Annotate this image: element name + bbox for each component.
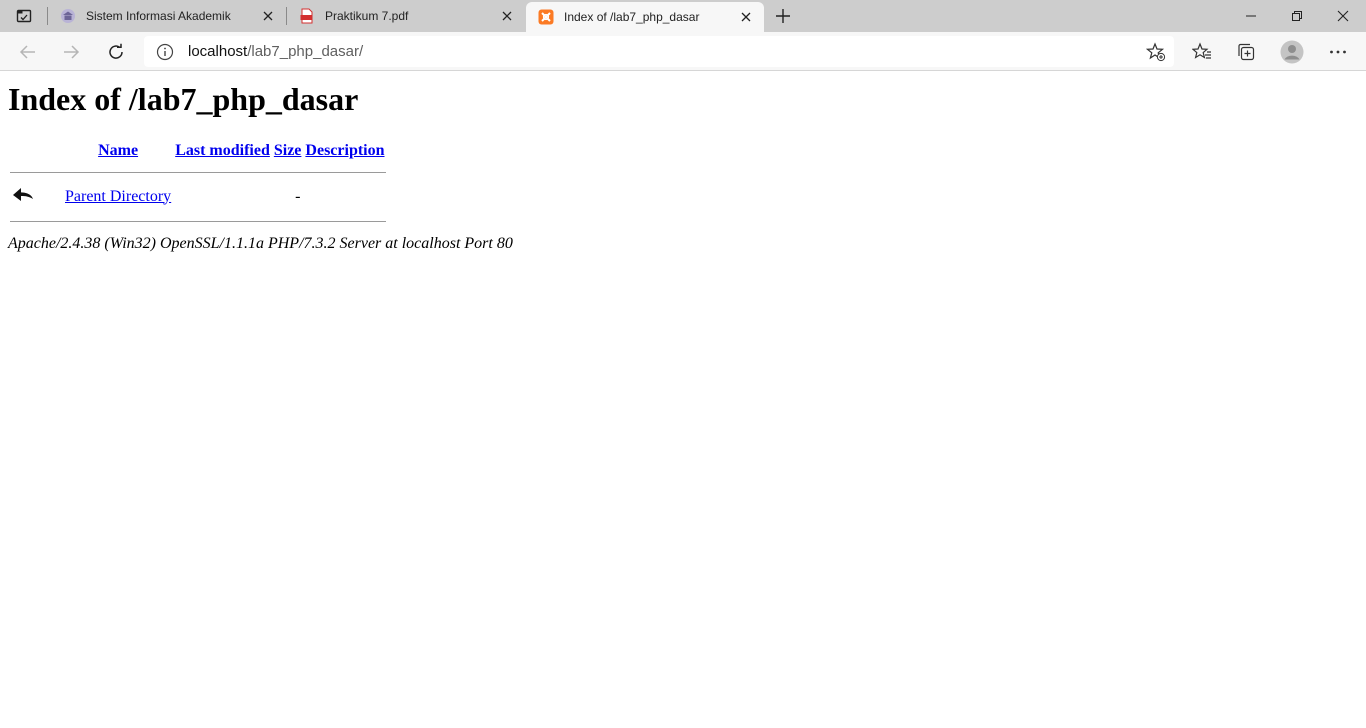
row-icon-cell (10, 183, 62, 210)
server-signature: Apache/2.4.38 (Win32) OpenSSL/1.1.1a PHP… (8, 235, 513, 252)
url-path: /lab7_php_dasar/ (247, 43, 364, 60)
close-window-button[interactable] (1320, 0, 1366, 32)
table-separator-row (10, 163, 386, 181)
add-favorite-icon[interactable] (1146, 42, 1166, 62)
address-bar[interactable]: localhost/lab7_php_dasar/ (144, 36, 1174, 67)
refresh-icon (109, 43, 123, 59)
separator-cell (10, 163, 386, 181)
back-arrow-icon (13, 188, 33, 201)
icon-column-header (10, 141, 62, 161)
avatar-icon (1280, 40, 1304, 64)
pdf-favicon-icon (300, 8, 313, 24)
tab-index-of-lab7[interactable]: Index of /lab7_php_dasar (526, 2, 764, 32)
favorites-icon (1192, 42, 1211, 59)
row-description-cell (304, 183, 385, 210)
collections-icon (1238, 43, 1255, 61)
tab-close-button[interactable] (738, 9, 754, 25)
tab-close-button[interactable] (260, 8, 276, 24)
sort-by-size-link[interactable]: Size (274, 142, 302, 159)
size-column-header: Size (273, 141, 303, 161)
new-tab-button[interactable] (771, 4, 795, 28)
restore-button[interactable] (1274, 0, 1320, 32)
back-button[interactable] (13, 37, 43, 67)
divider (10, 171, 386, 173)
divider (10, 220, 386, 222)
tab-title: Praktikum 7.pdf (325, 9, 409, 23)
refresh-button[interactable] (101, 37, 131, 67)
minimize-button[interactable] (1228, 0, 1274, 32)
separator-cell (10, 212, 386, 230)
more-icon (1330, 50, 1346, 54)
sort-by-description-link[interactable]: Description (305, 142, 384, 159)
tab-actions-button[interactable] (10, 4, 38, 28)
settings-more-button[interactable] (1323, 37, 1353, 67)
tab-strip: Sistem Informasi Akademik Praktikum 7.pd… (0, 0, 1366, 32)
name-column-header: Name (64, 141, 172, 161)
university-favicon-icon (61, 9, 75, 23)
arrow-right-icon (64, 45, 80, 59)
parent-directory-link[interactable]: Parent Directory (65, 188, 171, 205)
row-size-cell: - (295, 187, 301, 205)
collections-button[interactable] (1231, 37, 1261, 67)
page-title: Index of /lab7_php_dasar (8, 81, 359, 117)
directory-listing-table: Name Last modified Size Description Pare… (8, 139, 388, 232)
close-icon (502, 11, 512, 21)
modified-column-header: Last modified (174, 141, 271, 161)
page-content: Index of /lab7_php_dasar Name Last modif… (0, 71, 1366, 728)
xampp-favicon-icon (538, 9, 554, 25)
profile-button[interactable] (1277, 37, 1307, 67)
table-header-row: Name Last modified Size Description (10, 141, 386, 161)
sort-by-name-link[interactable]: Name (98, 142, 138, 159)
table-row: Parent Directory - (10, 183, 386, 210)
restore-icon (1292, 11, 1302, 21)
minimize-icon (1246, 15, 1256, 17)
url-host: localhost (188, 43, 248, 60)
forward-button[interactable] (56, 37, 86, 67)
row-name-cell: Parent Directory (64, 183, 172, 210)
description-column-header: Description (304, 141, 385, 161)
tab-praktikum-pdf[interactable]: Praktikum 7.pdf (287, 0, 525, 32)
info-icon[interactable] (156, 43, 174, 61)
tab-sistem-informasi[interactable]: Sistem Informasi Akademik (48, 0, 286, 32)
favorites-button[interactable] (1187, 37, 1217, 67)
tab-title: Sistem Informasi Akademik (86, 9, 231, 23)
table-separator-row (10, 212, 386, 230)
plus-icon (776, 9, 790, 23)
close-icon (741, 12, 751, 22)
close-icon (1337, 10, 1349, 22)
sort-by-modified-link[interactable]: Last modified (175, 142, 270, 159)
tab-close-button[interactable] (499, 8, 515, 24)
tab-title: Index of /lab7_php_dasar (564, 10, 700, 24)
browser-toolbar: localhost/lab7_php_dasar/ (0, 32, 1366, 71)
arrow-left-icon (19, 45, 35, 59)
url-text[interactable]: localhost/lab7_php_dasar/ (188, 43, 363, 60)
close-icon (263, 11, 273, 21)
tab-actions-icon (16, 9, 32, 23)
row-modified-cell (174, 183, 271, 210)
